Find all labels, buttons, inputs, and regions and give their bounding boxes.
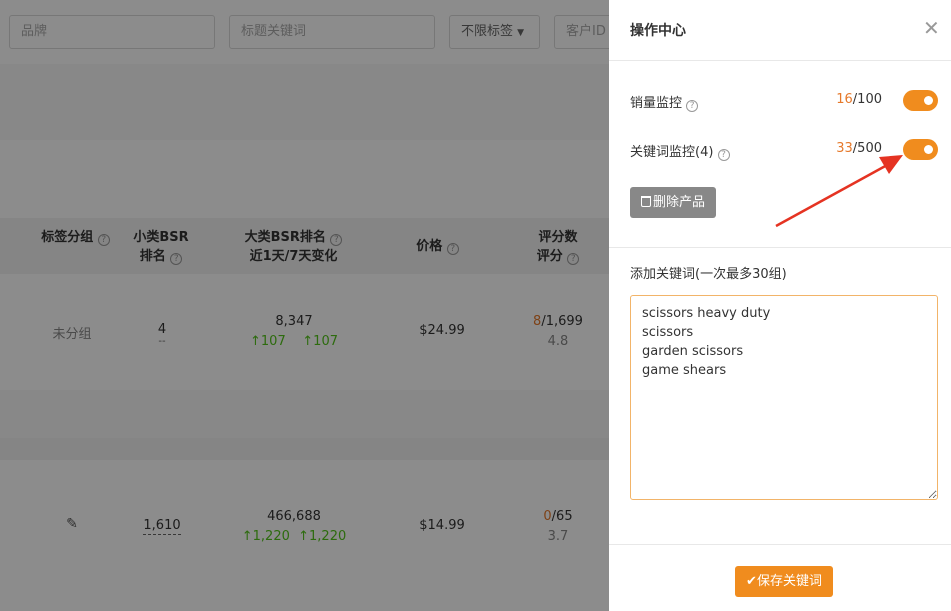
keyword-monitor-count: 33/500 — [836, 141, 882, 156]
drawer-title: 操作中心 — [630, 23, 686, 39]
toggle-knob — [924, 96, 933, 105]
divider — [609, 60, 951, 61]
divider — [609, 247, 951, 248]
divider — [609, 544, 951, 545]
checkmark-icon: ✔ — [746, 574, 757, 589]
close-icon[interactable]: ✕ — [923, 17, 940, 39]
toggle-knob — [924, 145, 933, 154]
operation-center-drawer: 操作中心 ✕ 销量监控 ? 16/100 关键词监控(4) ? 33/500 删… — [609, 0, 951, 611]
trash-icon — [640, 196, 651, 207]
keyword-monitor-label: 关键词监控(4) ? — [630, 141, 730, 161]
sales-monitor-count: 16/100 — [836, 92, 882, 107]
modal-overlay[interactable] — [0, 0, 609, 611]
help-icon[interactable]: ? — [686, 100, 699, 112]
delete-product-button[interactable]: 删除产品 — [630, 187, 716, 218]
sales-monitor-toggle[interactable] — [903, 90, 938, 111]
sales-monitor-label: 销量监控 ? — [630, 92, 699, 112]
save-keywords-button[interactable]: ✔保存关键词 — [735, 566, 833, 597]
add-keywords-label: 添加关键词(一次最多30组) — [630, 267, 787, 282]
help-icon[interactable]: ? — [717, 149, 730, 161]
keyword-monitor-toggle[interactable] — [903, 139, 938, 160]
keywords-textarea[interactable]: scissors heavy duty scissors garden scis… — [630, 295, 938, 500]
